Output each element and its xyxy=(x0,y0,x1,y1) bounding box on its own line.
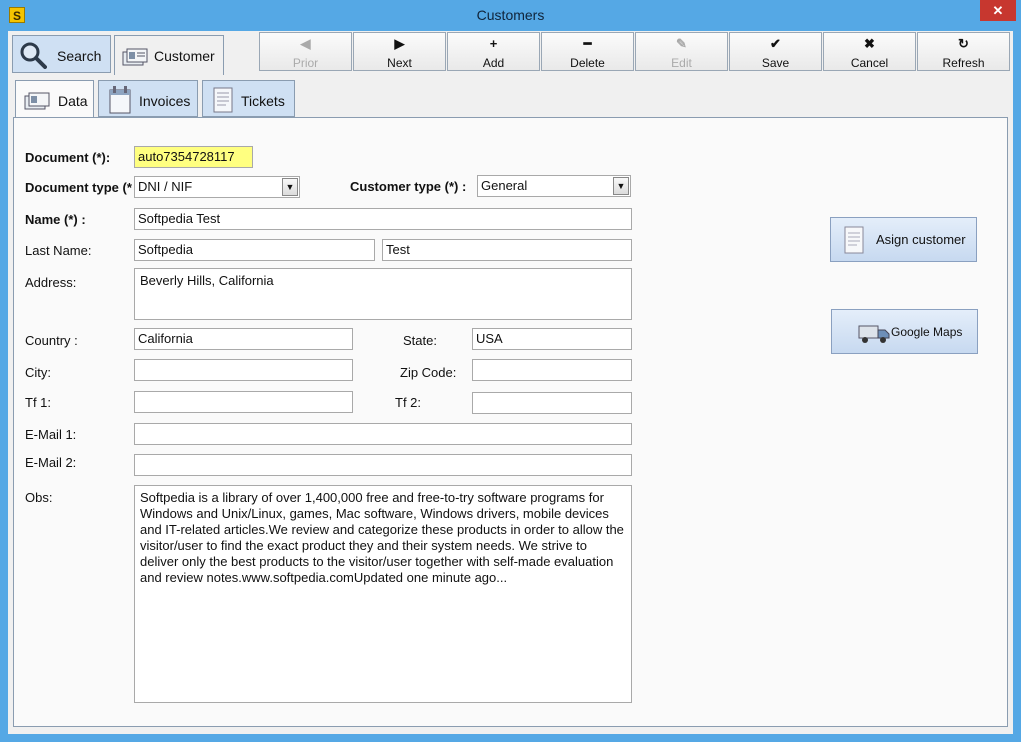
prior-label: Prior xyxy=(292,56,319,70)
address-field[interactable]: Beverly Hills, California xyxy=(134,268,632,320)
customer-type-value: General xyxy=(481,178,528,193)
email2-label: E-Mail 2: xyxy=(25,455,77,470)
edit-button[interactable]: ✎ Edit xyxy=(635,32,728,71)
invoice-icon xyxy=(109,86,131,114)
save-button[interactable]: ✔ Save xyxy=(729,32,822,71)
city-label: City: xyxy=(25,365,51,380)
cancel-label: Cancel xyxy=(850,56,889,70)
tab-data[interactable]: Data xyxy=(15,80,94,119)
country-field[interactable]: California xyxy=(134,328,353,350)
next-icon: ▶ xyxy=(394,36,405,51)
obs-label: Obs: xyxy=(25,490,53,505)
window-title: Customers xyxy=(476,7,545,23)
name-field[interactable]: Softpedia Test xyxy=(134,208,632,230)
chevron-down-icon: ▼ xyxy=(613,177,629,195)
assign-customer-label: Asign customer xyxy=(876,232,966,247)
delete-icon: ━ xyxy=(583,36,592,51)
add-icon: + xyxy=(489,36,498,51)
save-icon: ✔ xyxy=(770,36,781,51)
save-label: Save xyxy=(761,56,790,70)
ticket-icon xyxy=(213,87,233,113)
id-card-icon xyxy=(24,92,50,110)
document-type-select[interactable]: DNI / NIF ▼ xyxy=(134,176,300,198)
name-label: Name (*) : xyxy=(25,212,86,227)
last-name-field-2[interactable]: Test xyxy=(382,239,632,261)
email1-label: E-Mail 1: xyxy=(25,427,77,442)
zip-code-label: Zip Code: xyxy=(400,365,457,380)
client-area: Search Customer ◀ Prior ▶ Next + Add ━ D… xyxy=(8,31,1013,734)
document-icon xyxy=(844,226,864,254)
tab-data-label: Data xyxy=(58,93,88,109)
tab-tickets-label: Tickets xyxy=(241,93,285,109)
tf2-field[interactable] xyxy=(472,392,632,414)
email1-field[interactable] xyxy=(134,423,632,445)
tab-customer-label: Customer xyxy=(154,48,215,64)
customer-type-select[interactable]: General ▼ xyxy=(477,175,631,197)
delete-button[interactable]: ━ Delete xyxy=(541,32,634,71)
magnifier-icon xyxy=(20,42,47,69)
document-field[interactable]: auto7354728117 xyxy=(134,146,253,168)
tf2-label: Tf 2: xyxy=(395,395,422,410)
record-toolbar: ◀ Prior ▶ Next + Add ━ Delete ✎ Edit ✔ S… xyxy=(259,32,1011,71)
refresh-button[interactable]: ↻ Refresh xyxy=(917,32,1010,71)
chevron-down-icon: ▼ xyxy=(282,178,298,196)
tab-search[interactable]: Search xyxy=(12,35,111,73)
customer-type-label: Customer type (*) : xyxy=(350,179,467,194)
next-button[interactable]: ▶ Next xyxy=(353,32,446,71)
edit-label: Edit xyxy=(671,56,692,70)
last-name-label: Last Name: xyxy=(25,243,92,258)
city-field[interactable] xyxy=(134,359,353,381)
assign-customer-button[interactable]: Asign customer xyxy=(830,217,977,262)
customers-window: S Customers ✕ Search Customer ◀ Prior ▶ … xyxy=(0,0,1021,742)
prior-button[interactable]: ◀ Prior xyxy=(259,32,352,71)
title-bar: S Customers ✕ xyxy=(0,0,1021,31)
data-panel: Document (*): auto7354728117 Document ty… xyxy=(13,117,1008,727)
tab-search-label: Search xyxy=(57,48,102,64)
zip-code-field[interactable] xyxy=(472,359,632,381)
google-maps-button[interactable]: Google Maps xyxy=(831,309,978,354)
country-label: Country : xyxy=(25,333,78,348)
edit-icon: ✎ xyxy=(676,36,687,51)
address-label: Address: xyxy=(25,275,77,290)
delete-label: Delete xyxy=(570,56,605,70)
state-label: State: xyxy=(403,333,437,348)
close-window-button[interactable]: ✕ xyxy=(980,0,1016,21)
refresh-icon: ↻ xyxy=(958,36,969,51)
tf1-label: Tf 1: xyxy=(25,395,52,410)
tab-invoices[interactable]: Invoices xyxy=(98,80,198,117)
tf1-field[interactable] xyxy=(134,391,353,413)
truck-icon xyxy=(858,325,890,343)
cancel-button[interactable]: ✖ Cancel xyxy=(823,32,916,71)
add-button[interactable]: + Add xyxy=(447,32,540,71)
next-label: Next xyxy=(387,56,412,70)
add-label: Add xyxy=(482,56,505,70)
refresh-label: Refresh xyxy=(942,56,985,70)
document-label: Document (*): xyxy=(25,150,111,165)
last-name-field-1[interactable]: Softpedia xyxy=(134,239,375,261)
tab-tickets[interactable]: Tickets xyxy=(202,80,295,117)
tab-invoices-label: Invoices xyxy=(139,93,191,109)
document-type-value: DNI / NIF xyxy=(138,179,193,194)
cancel-icon: ✖ xyxy=(864,36,875,51)
prior-icon: ◀ xyxy=(300,36,311,51)
id-cards-icon xyxy=(122,48,148,66)
document-type-label: Document type (* xyxy=(25,180,132,195)
google-maps-label: Google Maps xyxy=(891,325,963,339)
state-field[interactable]: USA xyxy=(472,328,632,350)
obs-field[interactable]: Softpedia is a library of over 1,400,000… xyxy=(134,485,632,703)
email2-field[interactable] xyxy=(134,454,632,476)
tab-customer[interactable]: Customer xyxy=(114,35,224,75)
